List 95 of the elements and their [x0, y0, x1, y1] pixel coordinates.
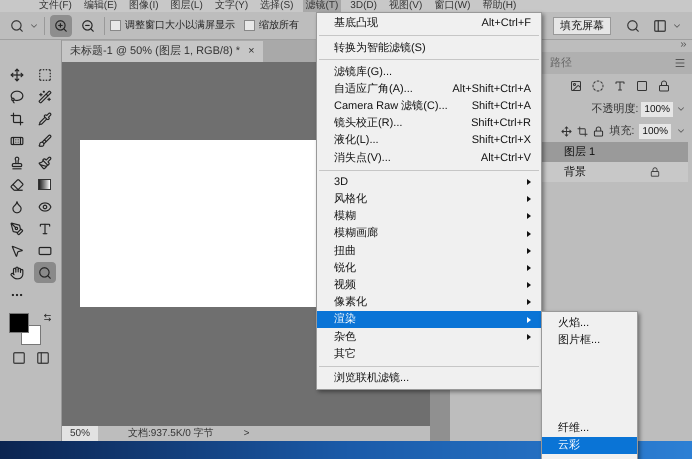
submenu-arrow-icon: [527, 299, 531, 306]
menu-item[interactable]: 基底凸现 Alt+Ctrl+F: [317, 15, 541, 32]
marquee-icon: [38, 68, 52, 82]
eye-icon: [38, 200, 52, 214]
submenu-arrow-icon: [527, 213, 531, 220]
fill-screen-button[interactable]: 填充屏幕: [553, 16, 611, 34]
eyedropper-icon: [38, 112, 52, 126]
submenu-arrow-icon: [527, 282, 531, 288]
screen-mode-icon[interactable]: [36, 351, 50, 365]
close-button[interactable]: ×: [248, 43, 255, 60]
menu-item[interactable]: 模糊画廊: [317, 225, 541, 242]
checkbox-label: 缩放所有: [259, 18, 299, 33]
document-title: 未标题-1 @ 50% (图层 1, RGB/8) *: [70, 44, 240, 60]
image-filter-icon[interactable]: [570, 80, 582, 92]
lock-icon[interactable]: [593, 126, 604, 136]
menu-item[interactable]: 像素化: [317, 294, 541, 311]
layer-name: 背景: [564, 164, 587, 180]
zoom-level: 50%: [62, 426, 98, 441]
menu-item[interactable]: 图像(I): [126, 0, 162, 12]
fill-field[interactable]: 100%: [639, 124, 671, 138]
menu-item[interactable]: 渲染: [317, 311, 541, 328]
pointer-icon: [10, 244, 24, 258]
menu-icon[interactable]: [674, 57, 686, 69]
type-icon: [38, 222, 52, 236]
circle-filter-icon[interactable]: [592, 80, 604, 92]
menu-item[interactable]: 图层(L): [168, 0, 206, 12]
menu-item[interactable]: 火焰...: [542, 314, 637, 332]
eraser-icon: [10, 178, 24, 192]
workspace-icon[interactable]: [653, 18, 667, 32]
menu-item[interactable]: 浏览联机滤镜...: [317, 370, 541, 387]
zoom-in-button[interactable]: [50, 14, 72, 36]
menu-item[interactable]: 扭曲: [317, 242, 541, 260]
move-icon: [10, 68, 24, 82]
submenu-arrow-icon: [527, 230, 531, 237]
menu-item[interactable]: 风格化: [317, 190, 541, 208]
menu-item[interactable]: 模糊: [317, 208, 541, 226]
zoom-in-icon: [54, 18, 68, 32]
opacity-field[interactable]: 100%: [641, 102, 673, 116]
brush-icon: [38, 134, 52, 148]
menu-item[interactable]: 3D(D): [347, 0, 380, 12]
menu-item[interactable]: 选择(S): [257, 0, 296, 12]
menu-item[interactable]: 镜头校正(R)... Shift+Ctrl+R: [317, 114, 541, 132]
status-arrow[interactable]: >: [244, 426, 250, 441]
type-filter-icon[interactable]: [614, 80, 626, 92]
submenu-arrow-icon: [527, 179, 531, 186]
search-icon[interactable]: [626, 18, 640, 32]
checkbox[interactable]: [110, 20, 121, 31]
quick-mask-icon[interactable]: [12, 351, 26, 365]
menu-item[interactable]: 视图(V): [386, 0, 426, 12]
menu-item[interactable]: 滤镜(T): [302, 0, 342, 12]
menu-item[interactable]: 其它: [317, 345, 541, 363]
menu-item[interactable]: 视频: [317, 276, 541, 294]
zoom-icon: [38, 266, 52, 280]
fill-label: 填充:: [609, 124, 634, 139]
submenu-arrow-icon: [527, 334, 531, 340]
artboard-lock-icon[interactable]: [577, 126, 588, 136]
menu-item[interactable]: 锐化: [317, 259, 541, 277]
gradient-icon: [38, 179, 51, 190]
lock-filter-icon[interactable]: [658, 80, 670, 92]
magic-wand-icon: [38, 90, 52, 104]
shape-filter-icon[interactable]: [636, 80, 648, 92]
menu-item[interactable]: 云彩: [542, 436, 637, 454]
lasso-icon: [10, 90, 24, 104]
menu-item[interactable]: 纤维...: [542, 419, 637, 437]
hand-icon: [10, 266, 24, 280]
swap-icon[interactable]: [43, 313, 52, 322]
checkbox[interactable]: [244, 20, 255, 31]
move-lock-icon[interactable]: [561, 126, 572, 136]
document-size: 文档:937.5K/0 字节: [128, 426, 214, 441]
layer-name: 图层 1: [564, 144, 596, 160]
menu-item[interactable]: 图片框...: [542, 332, 637, 350]
collapse-icon[interactable]: [679, 40, 688, 49]
submenu-arrow-icon: [527, 196, 531, 202]
crop-icon: [10, 112, 24, 126]
tool-button[interactable]: [34, 262, 56, 283]
pen-icon: [10, 222, 24, 236]
menu-item[interactable]: 杂色: [317, 328, 541, 346]
menu-item[interactable]: 转换为智能滤镜(S): [317, 39, 541, 56]
drop-icon: [10, 200, 24, 214]
submenu-arrow-icon: [527, 248, 531, 254]
zoom-out-icon: [81, 18, 95, 32]
menu-item[interactable]: 编辑(E): [80, 0, 120, 12]
checkbox-label: 调整窗口大小以满屏显示: [125, 18, 235, 33]
stamp-icon: [10, 156, 24, 170]
document-tab[interactable]: 未标题-1 @ 50% (图层 1, RGB/8) * ×: [62, 41, 263, 62]
menu-item[interactable]: 自适应广角(A)... Alt+Shift+Ctrl+A: [317, 80, 541, 98]
paintbrush-icon: [38, 156, 52, 170]
submenu-arrow-icon: [527, 265, 531, 272]
color-swatches-drawing[interactable]: [9, 313, 43, 347]
submenu-arrow-icon: [527, 316, 531, 323]
menu-item[interactable]: 帮助(H): [479, 0, 520, 12]
menu-item[interactable]: 滤镜库(G)...: [317, 63, 541, 81]
menu-item[interactable]: Camera Raw 滤镜(C)... Shift+Ctrl+A: [317, 98, 541, 115]
opacity-label: 不透明度:: [591, 102, 638, 117]
zoom-icon: [10, 18, 24, 32]
